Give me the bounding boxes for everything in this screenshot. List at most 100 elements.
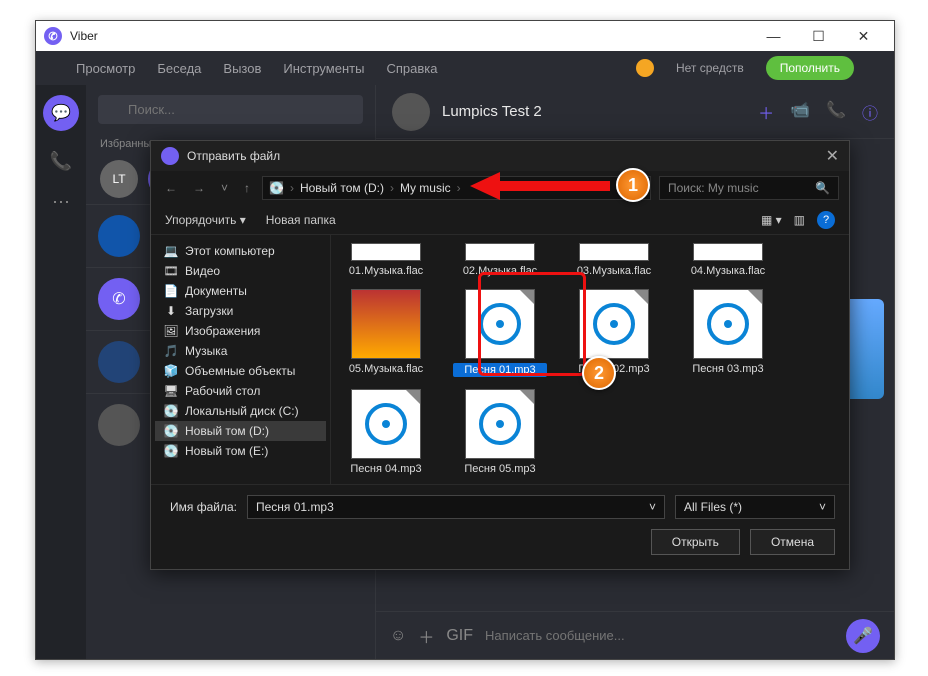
file-name: Песня 01.mp3 [453,363,547,377]
annotation-arrow [470,176,610,194]
dialog-footer: Имя файла: Песня 01.mp3 ˅ All Files (*) … [151,484,849,569]
folder-icon: 🎞 [163,264,179,278]
file-name: 03.Музыка.flac [567,265,661,277]
folder-icon: 🖼 [163,324,179,338]
more-icon[interactable]: ⋯ [52,192,70,213]
file-item[interactable]: Песня 05.mp3 [453,389,547,475]
file-item[interactable]: Песня 01.mp3 [453,289,547,377]
file-item[interactable]: Песня 03.mp3 [681,289,775,377]
filetype-filter[interactable]: All Files (*) ˅ [675,495,835,519]
chats-icon[interactable]: 💬 [43,95,79,131]
cancel-button[interactable]: Отмена [750,529,835,555]
path-folder[interactable]: My music [400,181,451,195]
back-button[interactable]: ← [161,181,181,195]
dialog-search[interactable]: Поиск: My music 🔍 [659,176,839,200]
menu-view[interactable]: Просмотр [76,61,135,76]
maximize-button[interactable]: ☐ [796,21,841,51]
search-placeholder: Поиск: My music [668,181,759,195]
left-rail: 💬 📞 ⋯ [36,85,86,659]
tree-label: Новый том (E:) [185,444,268,458]
up-button[interactable]: ↑ [240,181,254,195]
sticker-icon[interactable]: ☺ [390,627,406,645]
chat-avatar [392,93,430,131]
voice-call-icon[interactable]: 📞 [826,100,846,124]
help-button[interactable]: ? [817,211,835,229]
file-name: Песня 03.mp3 [681,363,775,375]
menu-help[interactable]: Справка [386,61,437,76]
tree-node[interactable]: 🖥 Рабочий стол [155,381,326,401]
viber-logo-icon [161,147,179,165]
titlebar: ✆ Viber — ☐ ✕ [36,21,894,51]
file-item[interactable]: 04.Музыка.flac [681,243,775,277]
menu-call[interactable]: Вызов [223,61,261,76]
message-input[interactable] [485,628,834,643]
audio-file-icon [465,289,535,359]
file-item[interactable]: 03.Музыка.flac [567,243,661,277]
avatar: ✆ [98,278,140,320]
tree-label: Рабочий стол [185,384,260,398]
dialog-close-button[interactable]: ✕ [826,146,839,166]
chevron-down-icon: ˅ [819,500,826,514]
dialog-toolbar: Упорядочить ▾ Новая папка ▦ ▾ ▥ ? [151,205,849,235]
balance-label: Нет средств [676,61,744,75]
dialog-titlebar: Отправить файл ✕ [151,141,849,171]
newfolder-button[interactable]: Новая папка [266,213,336,227]
tree-node[interactable]: 🎵Музыка [155,341,326,361]
search-input[interactable] [98,95,363,124]
folder-icon: 🎵 [163,344,179,358]
file-item[interactable]: 02.Музыка.flac [453,243,547,277]
tree-node[interactable]: 💻Этот компьютер [155,241,326,261]
folder-icon: 📄 [163,284,179,298]
file-item[interactable]: 01.Музыка.flac [339,243,433,277]
filename-input[interactable]: Песня 01.mp3 ˅ [247,495,665,519]
close-button[interactable]: ✕ [841,21,886,51]
topup-button[interactable]: Пополнить [766,56,854,80]
tree-node[interactable]: 🧊Объемные объекты [155,361,326,381]
favorite-avatar[interactable]: LT [100,160,138,198]
chevron-down-icon: ˅ [649,500,656,514]
forward-button[interactable]: → [189,181,209,195]
folder-icon: 🧊 [163,364,179,378]
tree-label: Изображения [185,324,260,338]
add-contact-icon[interactable]: ＋ [758,100,774,124]
app-title: Viber [70,29,98,43]
file-item[interactable]: Песня 04.mp3 [339,389,433,475]
video-call-icon[interactable]: 📹 [790,100,810,124]
calls-icon[interactable]: 📞 [50,151,72,172]
open-button[interactable]: Открыть [651,529,740,555]
view-mode-button[interactable]: ▦ ▾ [761,213,782,227]
preview-pane-button[interactable]: ▥ [794,213,805,227]
dialog-title: Отправить файл [187,149,280,163]
viber-logo-icon: ✆ [44,27,62,45]
gif-icon[interactable]: GIF [446,627,473,645]
audio-file-icon [351,389,421,459]
path-drive[interactable]: Новый том (D:) [300,181,384,195]
tree-label: Новый том (D:) [185,424,269,438]
folder-icon: 💽 [163,424,179,438]
filter-value: All Files (*) [684,500,742,514]
organize-button[interactable]: Упорядочить ▾ [165,213,246,227]
tree-node[interactable]: 🎞Видео [155,261,326,281]
file-item[interactable]: Песня 02.mp3 [567,289,661,377]
tree-node[interactable]: 💽Новый том (E:) [155,441,326,461]
tree-node[interactable]: 💽Локальный диск (C:) [155,401,326,421]
file-item[interactable]: 05.Музыка.flac [339,289,433,377]
minimize-button[interactable]: — [751,21,796,51]
audio-file-icon [579,289,649,359]
attach-plus-icon[interactable]: ＋ [418,624,434,648]
folder-icon: 🖥 [163,384,179,398]
mic-button[interactable]: 🎤 [846,619,880,653]
tree-node[interactable]: 🖼 Изображения [155,321,326,341]
menu-tools[interactable]: Инструменты [283,61,364,76]
file-name: Песня 05.mp3 [453,463,547,475]
recent-button[interactable]: ˅ [217,181,232,195]
file-name: 05.Музыка.flac [339,363,433,375]
info-icon[interactable]: ⓘ [862,100,878,124]
menu-chat[interactable]: Беседа [157,61,201,76]
file-name: 04.Музыка.flac [681,265,775,277]
audio-file-icon [693,289,763,359]
file-thumb [693,243,763,261]
tree-node[interactable]: 📄Документы [155,281,326,301]
tree-node[interactable]: 💽 Новый том (D:) [155,421,326,441]
tree-node[interactable]: ⬇Загрузки [155,301,326,321]
